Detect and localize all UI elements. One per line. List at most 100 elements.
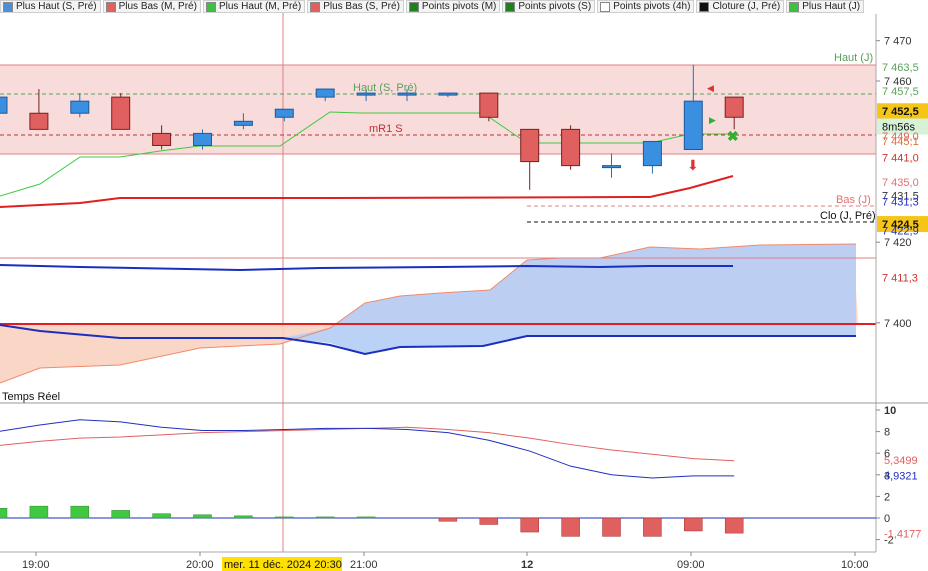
legend-label: Plus Haut (S, Pré) — [16, 0, 97, 12]
histogram-bar — [29, 505, 49, 519]
histogram-bar — [438, 517, 458, 522]
cloud-blue — [283, 244, 856, 354]
candle — [561, 125, 581, 170]
histogram-bar — [684, 517, 703, 532]
legend-item[interactable]: Plus Bas (M, Pré) — [102, 0, 201, 13]
candle-body — [152, 132, 172, 146]
osc-tick-label: 2 — [884, 491, 890, 503]
price-tag: 7 441,0 — [882, 153, 919, 165]
time-axis[interactable]: 19:00 20:00 21:00 12 09:00 10:00 — [22, 552, 869, 571]
candle — [479, 92, 499, 122]
legend-swatch — [505, 1, 516, 12]
legend-label: Points pivots (4h) — [613, 0, 691, 12]
legend-item[interactable]: Plus Haut (S, Pré) — [0, 0, 101, 13]
temps-reel-label: Temps Réel — [2, 391, 60, 403]
histogram-bar — [152, 513, 171, 519]
legend-label: Plus Haut (M, Pré) — [218, 0, 302, 12]
legend-swatch — [408, 1, 419, 12]
candle-body — [193, 132, 212, 146]
price-tag: 7 411,3 — [882, 272, 918, 284]
candle — [111, 93, 131, 130]
time-tick-label: 19:00 — [22, 559, 50, 571]
candle-body — [111, 96, 131, 130]
candle-body — [724, 96, 744, 118]
legend-item[interactable]: Plus Haut (J) — [786, 0, 865, 13]
price-tag: 7 422,9 — [882, 226, 919, 238]
osc-tag: 3,9321 — [884, 471, 918, 483]
legend-label: Plus Bas (M, Pré) — [118, 0, 197, 12]
price-tick-label: 7 400 — [884, 318, 912, 330]
time-tick-label: 10:00 — [841, 559, 869, 571]
indicator-legend[interactable]: Plus Haut (S, Pré) Plus Bas (M, Pré) Plus … — [0, 0, 866, 13]
price-tag: 7 435,0 — [882, 177, 919, 189]
candle-body — [29, 112, 49, 130]
legend-label: Cloture (J, Pré) — [712, 0, 781, 12]
candle-body — [561, 128, 581, 167]
histogram-bar — [315, 516, 335, 519]
price-tag: 7 463,5 — [882, 62, 919, 74]
histogram-bar — [479, 517, 499, 525]
candle-body — [683, 100, 703, 151]
histogram-bar — [234, 515, 253, 519]
candle-body — [274, 108, 294, 118]
crosshair-time-label: mer. 11 déc. 2024 20:30 — [224, 559, 342, 571]
legend-label: Plus Haut (J) — [802, 0, 861, 12]
price-tag: 7 445,1 — [882, 136, 919, 148]
osc-tag: -1,4177 — [884, 528, 921, 540]
time-tick-label: 12 — [521, 559, 533, 571]
histogram-bar — [724, 517, 744, 534]
mr1-s-label: mR1 S — [369, 123, 403, 135]
price-tag: 7 457,5 — [882, 86, 919, 98]
price-tick-label: 7 420 — [884, 237, 912, 249]
marker-right-icon: ▶ — [709, 115, 716, 125]
legend-label: Points pivots (M) — [421, 0, 497, 12]
legend-swatch — [789, 1, 800, 12]
oscillator-histogram — [0, 505, 744, 537]
legend-item[interactable]: Plus Bas (S, Pré) — [307, 0, 404, 13]
candle-body — [233, 120, 253, 126]
candle-body — [520, 128, 540, 163]
candle — [602, 153, 621, 178]
histogram-bar — [275, 516, 294, 519]
candle-body — [438, 92, 458, 96]
legend-swatch — [205, 1, 216, 12]
haut-j-label: Haut (J) — [834, 52, 873, 64]
legend-swatch — [3, 1, 13, 12]
candle-body — [0, 96, 8, 114]
osc-tick-label: 0 — [884, 513, 890, 525]
histogram-bar — [520, 517, 539, 533]
legend-item[interactable]: Points pivots (S) — [502, 0, 596, 13]
legend-swatch — [105, 1, 116, 12]
red-line-support — [0, 175, 734, 208]
histogram-bar — [356, 516, 376, 519]
histogram-bar — [70, 505, 90, 519]
histogram-bar — [0, 508, 8, 519]
marker-left-icon: ◀ — [707, 83, 714, 93]
clo-j-pre-label: Clo (J, Pré) — [820, 210, 876, 222]
histogram-bar — [602, 517, 621, 537]
candle-body — [479, 92, 499, 118]
legend-item[interactable]: Cloture (J, Pré) — [696, 0, 785, 13]
legend-item[interactable]: Points pivots (M) — [405, 0, 501, 13]
candle-body — [602, 165, 621, 169]
price-tag: 7 431,3 — [882, 196, 919, 208]
haut-s-pre-label: Haut (S, Pré) — [353, 82, 417, 94]
legend-swatch — [699, 1, 710, 12]
legend-item[interactable]: Plus Haut (M, Pré) — [202, 0, 306, 13]
oscillator-blue-line — [0, 419, 735, 479]
candle-body — [70, 100, 90, 114]
osc-tick-label: 8 — [884, 427, 890, 439]
legend-item[interactable]: Points pivots (4h) — [597, 0, 695, 13]
legend-swatch — [310, 1, 321, 12]
bas-j-label: Bas (J) — [836, 194, 871, 206]
oscillator-red-line — [0, 426, 735, 462]
time-tick-label: 09:00 — [677, 559, 705, 571]
time-tick-label: 21:00 — [350, 559, 378, 571]
candle-body — [315, 88, 335, 98]
histogram-bar — [111, 510, 130, 519]
trading-chart[interactable]: ⬇ ◀ ▶ ✖ Haut (J) Haut (S, Pré) mR1 S Bas… — [0, 0, 928, 571]
histogram-bar — [643, 517, 662, 537]
legend-label: Plus Bas (S, Pré) — [323, 0, 400, 12]
osc-tag: 5,3499 — [884, 455, 918, 467]
legend-label: Points pivots (S) — [518, 0, 592, 12]
